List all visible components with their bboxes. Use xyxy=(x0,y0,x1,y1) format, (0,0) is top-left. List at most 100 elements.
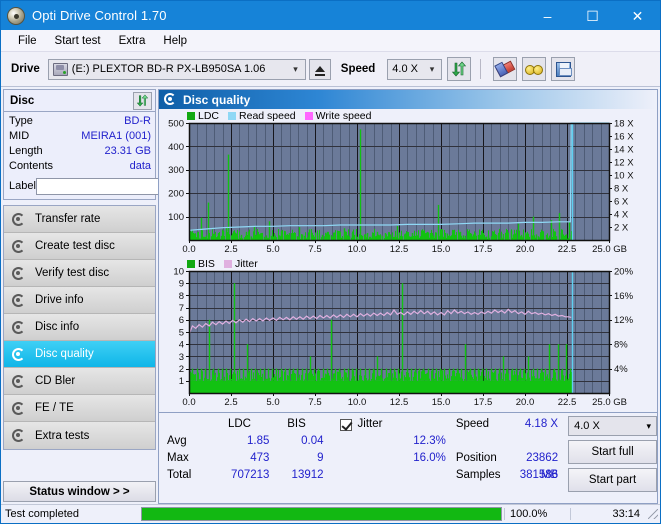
sidebar-item-drive-info[interactable]: Drive info xyxy=(4,287,155,314)
svg-text:5: 5 xyxy=(179,327,184,338)
speed-select[interactable]: 4.0 X ▾ xyxy=(387,58,443,80)
disc-type-label: Type xyxy=(9,115,33,127)
svg-text:12 X: 12 X xyxy=(614,157,634,168)
svg-text:4%: 4% xyxy=(614,364,628,375)
menu-item-help[interactable]: Help xyxy=(154,33,196,49)
svg-text:2: 2 xyxy=(179,364,184,375)
sidebar-item-label: Verify test disc xyxy=(35,267,110,279)
fe-te-icon xyxy=(12,401,27,416)
disc-panel-title: Disc xyxy=(10,94,35,107)
svg-text:10.0: 10.0 xyxy=(348,244,367,255)
maximize-button[interactable]: ☐ xyxy=(570,1,615,30)
disc-label-row: Label xyxy=(9,177,233,195)
glasses-icon xyxy=(525,64,544,75)
sidebar-item-disc-quality[interactable]: Disc quality xyxy=(4,341,155,368)
stats-label-max: Max xyxy=(167,452,189,464)
disc-row-length: Length 23.31 GB xyxy=(9,144,151,159)
jitter-header: Jitter xyxy=(339,416,446,433)
menu-item-start-test[interactable]: Start test xyxy=(46,33,110,49)
sidebar-item-verify-test-disc[interactable]: Verify test disc xyxy=(4,260,155,287)
status-window-button[interactable]: Status window > > xyxy=(3,481,156,502)
elapsed-time: 33:14 xyxy=(570,508,648,520)
sidebar-item-extra-tests[interactable]: Extra tests xyxy=(4,422,155,449)
drive-icon xyxy=(52,62,68,76)
eject-button[interactable] xyxy=(308,58,331,80)
start-part-button[interactable]: Start part xyxy=(568,468,657,492)
status-bar: Test completed 100.0% 33:14 xyxy=(1,504,660,523)
stats-jitter-blank xyxy=(340,467,446,484)
jitter-checkbox[interactable] xyxy=(339,418,352,431)
stats-position-label: Position xyxy=(455,452,497,464)
svg-text:500: 500 xyxy=(168,118,184,129)
page-title: Disc quality xyxy=(183,92,251,107)
sidebar-item-fe-te[interactable]: FE / TE xyxy=(4,395,155,422)
legend-item-bis: BIS xyxy=(187,258,215,270)
toolbar: Drive (E:) PLEXTOR BD-R PX-LB950SA 1.06 … xyxy=(1,52,660,87)
svg-text:2.5: 2.5 xyxy=(224,244,237,255)
sidebar-item-cd-bler[interactable]: CD Bler xyxy=(4,368,155,395)
disc-refresh-button[interactable] xyxy=(133,91,152,110)
stats-header-ldc: LDC xyxy=(227,418,251,430)
eject-icon xyxy=(314,66,325,76)
sidebar-item-label: Create test disc xyxy=(35,240,115,252)
legend-label-jitter: Jitter xyxy=(234,258,258,270)
main-content: Disc quality LDC Read speed Write speed … xyxy=(158,87,660,504)
legend-label-read-speed: Read speed xyxy=(239,110,296,122)
settings-button[interactable] xyxy=(522,57,547,81)
disc-length-value: 23.31 GB xyxy=(104,145,151,157)
erase-button[interactable] xyxy=(493,57,518,81)
svg-text:7.5: 7.5 xyxy=(308,397,321,408)
svg-text:5.0: 5.0 xyxy=(266,244,279,255)
drive-select[interactable]: (E:) PLEXTOR BD-R PX-LB950SA 1.06 ▾ xyxy=(47,58,306,80)
stats-column-ldc: LDC 1.85 473 707213 xyxy=(210,416,269,492)
resize-grip-icon[interactable] xyxy=(648,509,658,519)
menu-item-extra[interactable]: Extra xyxy=(110,33,155,49)
legend-item-jitter: Jitter xyxy=(223,258,258,270)
svg-text:15.0: 15.0 xyxy=(432,244,451,255)
save-button[interactable] xyxy=(551,57,576,81)
svg-text:12.5: 12.5 xyxy=(390,244,409,255)
sidebar-item-disc-info[interactable]: Disc info xyxy=(4,314,155,341)
disc-contents-label: Contents xyxy=(9,160,54,172)
svg-text:16 X: 16 X xyxy=(614,131,634,142)
sidebar-nav: Transfer rate Create test disc Verify te… xyxy=(3,205,156,450)
sidebar-item-create-test-disc[interactable]: Create test disc xyxy=(4,233,155,260)
svg-text:300: 300 xyxy=(168,165,184,176)
bis-jitter-chart-svg[interactable]: 1234 56789 10 4% 8% 12% 16% 20% 0.0 2.5 5.0 7.5 10.0… xyxy=(159,257,657,412)
ldc-chart-legend: LDC Read speed Write speed xyxy=(187,110,378,122)
stats-label-avg: Avg xyxy=(167,435,187,447)
stats-header-bis: BIS xyxy=(287,418,306,430)
svg-text:15.0: 15.0 xyxy=(432,397,451,408)
svg-text:20.0: 20.0 xyxy=(516,397,535,408)
status-text: Test completed xyxy=(5,508,79,520)
svg-text:8: 8 xyxy=(179,291,184,302)
svg-text:10: 10 xyxy=(173,266,184,277)
svg-text:22.5: 22.5 xyxy=(558,244,577,255)
svg-text:17.5: 17.5 xyxy=(474,244,493,255)
disc-panel: Disc Type BD-R MID MEIRA1 (001) Length 2… xyxy=(3,89,233,200)
stats-samples-label: Samples xyxy=(455,469,501,481)
refresh-button[interactable] xyxy=(447,57,472,81)
stats-action-buttons: 4.0 X ▾ Start full Start part xyxy=(568,416,657,492)
ldc-chart: LDC Read speed Write speed 100 200 300 400 5… xyxy=(159,109,657,257)
progress-bar xyxy=(141,507,502,521)
svg-text:2 X: 2 X xyxy=(614,222,629,233)
menu-item-file[interactable]: File xyxy=(9,33,46,49)
svg-text:18 X: 18 X xyxy=(614,118,634,129)
stats-jitter-avg: 12.3% xyxy=(413,435,446,447)
minimize-button[interactable]: – xyxy=(525,1,570,30)
svg-text:3: 3 xyxy=(179,352,184,363)
stats-speed-label: Speed xyxy=(455,418,490,430)
start-full-button[interactable]: Start full xyxy=(568,440,657,464)
sidebar-item-label: FE / TE xyxy=(35,402,74,414)
close-button[interactable]: ✕ xyxy=(615,1,660,30)
sidebar: Disc Type BD-R MID MEIRA1 (001) Length 2… xyxy=(1,87,233,504)
bis-jitter-chart: BIS Jitter 1 2 3 4 5 6 7 8 9 10 4% 8% 12% 16% 20% 0.0 2.… xyxy=(159,257,657,412)
svg-text:400: 400 xyxy=(168,142,184,153)
disc-info-icon xyxy=(12,320,27,335)
sidebar-item-transfer-rate[interactable]: Transfer rate xyxy=(4,206,155,233)
svg-text:6 X: 6 X xyxy=(614,196,629,207)
test-speed-select[interactable]: 4.0 X ▾ xyxy=(568,416,657,436)
ldc-chart-svg[interactable]: 100 200 300 400 500 2 X 4 X 6 X 8 X 10 X 12 X 14 X 1… xyxy=(159,109,657,257)
